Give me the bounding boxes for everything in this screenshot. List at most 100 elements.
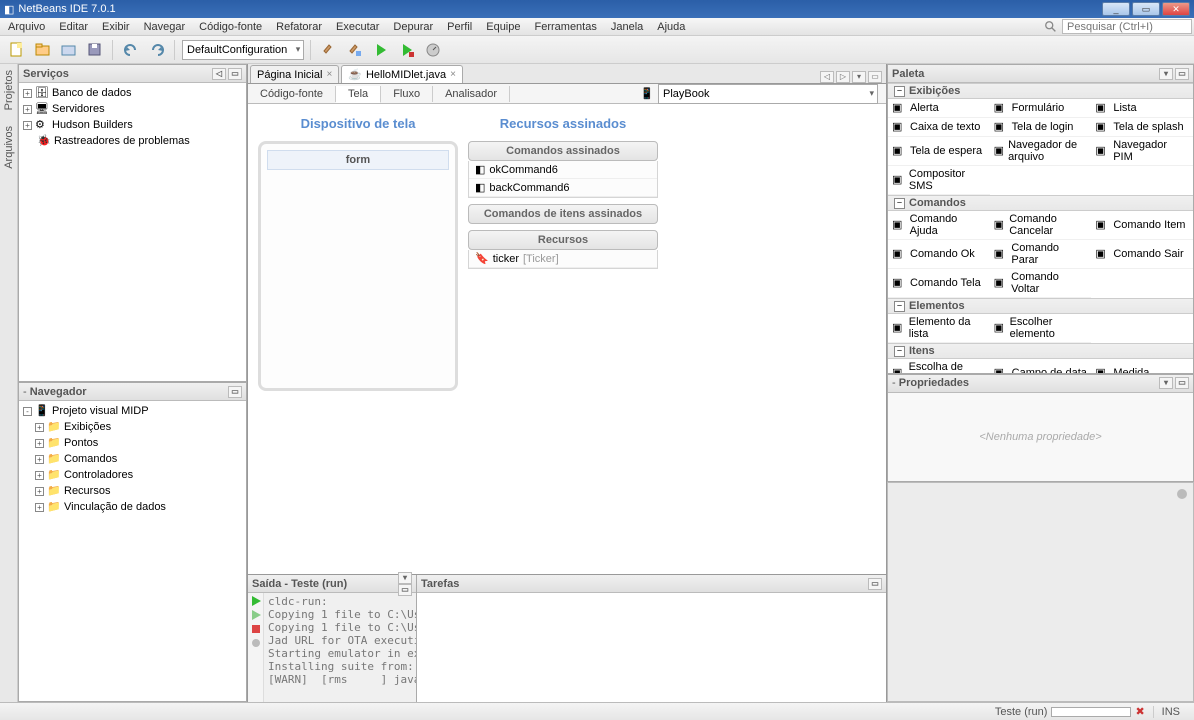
palette-item[interactable]: ▣Tela de splash [1091,118,1193,137]
palette-item[interactable]: ▣Comando Tela [888,269,990,298]
props-menu-icon[interactable]: ▾ [1159,377,1173,389]
open-button[interactable] [58,39,80,61]
menu-editar[interactable]: Editar [53,20,94,34]
expand-icon[interactable]: + [35,471,44,480]
menu-refatorar[interactable]: Refatorar [270,20,328,34]
close-icon[interactable]: × [450,69,456,80]
subtab-fluxo[interactable]: Fluxo [381,86,433,102]
rerun-icon[interactable] [250,609,262,621]
tab-hellomidlet[interactable]: ☕HelloMIDlet.java× [341,65,463,83]
palette-item[interactable]: ▣Alerta [888,99,990,118]
run-icon[interactable] [250,595,262,607]
run-button[interactable] [370,39,392,61]
command-item[interactable]: ◧okCommand6 [469,161,657,179]
rail-tab-projetos[interactable]: Projetos [2,66,16,114]
collapse-icon[interactable]: - [23,407,32,416]
palette-item[interactable]: ▣Tela de login [990,118,1092,137]
palette-category[interactable]: Comandos [888,195,1193,211]
menu-codigo-fonte[interactable]: Código-fonte [193,20,268,34]
palette-pin-icon[interactable]: ▭ [1175,68,1189,80]
menu-ajuda[interactable]: Ajuda [651,20,691,34]
palette-item[interactable]: ▣Navegador de arquivo [990,137,1092,166]
resource-item[interactable]: 🔖ticker [Ticker] [469,250,657,268]
palette-item[interactable]: ▣Compositor SMS [888,166,990,195]
services-min-icon[interactable]: ◁ [212,68,226,80]
menu-exibir[interactable]: Exibir [96,20,136,34]
stop-task-icon[interactable]: ✖ [1135,705,1144,718]
save-all-button[interactable] [84,39,106,61]
navigator-pin-icon[interactable]: ▭ [228,386,242,398]
expand-icon[interactable]: + [23,89,32,98]
maximize-button[interactable]: ▭ [1132,2,1160,16]
stop-icon[interactable] [250,623,262,635]
tasks-pin-icon[interactable]: ▭ [868,578,882,590]
palette-item[interactable]: ▣Escolher elemento [990,314,1092,343]
rail-tab-arquivos[interactable]: Arquivos [2,122,16,173]
palette-menu-icon[interactable]: ▾ [1159,68,1173,80]
palette-item[interactable]: ▣Comando Ajuda [888,211,990,240]
palette-item[interactable]: ▣Comando Item [1091,211,1193,240]
palette-item[interactable]: ▣Comando Voltar [990,269,1092,298]
close-icon[interactable]: × [326,69,332,80]
debug-button[interactable] [396,39,418,61]
command-item[interactable]: ◧backCommand6 [469,179,657,197]
new-project-button[interactable] [32,39,54,61]
palette-item[interactable]: ▣Tela de espera [888,137,990,166]
menu-equipe[interactable]: Equipe [480,20,526,34]
expand-icon[interactable]: + [35,439,44,448]
output-menu-icon[interactable]: ▾ [398,572,412,584]
menu-ferramentas[interactable]: Ferramentas [529,20,603,34]
editor-left-icon[interactable]: ◁ [820,71,834,83]
palette-item[interactable]: ▣Caixa de texto [888,118,990,137]
palette-item[interactable]: ▣Formulário [990,99,1092,118]
menu-janela[interactable]: Janela [605,20,649,34]
search-input[interactable] [1062,19,1192,34]
output-text[interactable]: cldc-run: Copying 1 file to C:\Users\raf… [264,593,416,702]
services-tree[interactable]: +🗄Banco de dados +🖥Servidores +⚙Hudson B… [19,83,246,381]
palette-item[interactable]: ▣Elemento da lista [888,314,990,343]
editor-menu-icon[interactable]: ▾ [852,71,866,83]
palette-category[interactable]: Exibições [888,83,1193,99]
menu-executar[interactable]: Executar [330,20,385,34]
palette-item[interactable]: ▣Comando Sair [1091,240,1193,269]
undo-button[interactable] [120,39,142,61]
palette-item[interactable]: ▣Medida [1091,359,1193,373]
tab-pagina-inicial[interactable]: Página Inicial× [250,65,339,83]
palette-item[interactable]: ▣Navegador PIM [1091,137,1193,166]
redo-button[interactable] [146,39,168,61]
expand-icon[interactable]: + [23,121,32,130]
palette-category[interactable]: Itens [888,343,1193,359]
palette-item[interactable]: ▣Escolha de grupo [888,359,990,373]
expand-icon[interactable]: + [35,487,44,496]
palette-item[interactable]: ▣Comando Ok [888,240,990,269]
palette-item[interactable]: ▣Lista [1091,99,1193,118]
device-select[interactable]: PlayBook [658,84,878,104]
subtab-tela[interactable]: Tela [336,86,381,103]
palette-item[interactable]: ▣Campo de data [990,359,1092,373]
subtab-codigo-fonte[interactable]: Código-fonte [248,86,336,102]
phone-frame[interactable]: form [258,141,458,391]
palette-item[interactable]: ▣Comando Parar [990,240,1092,269]
subtab-analisador[interactable]: Analisador [433,86,510,102]
expand-icon[interactable]: + [23,105,32,114]
minimize-button[interactable]: _ [1102,2,1130,16]
palette-item[interactable]: ▣Comando Cancelar [990,211,1092,240]
clean-build-button[interactable] [344,39,366,61]
props-pin-icon[interactable]: ▭ [1175,377,1189,389]
navigator-tree[interactable]: -📱Projeto visual MIDP +📁Exibições +📁Pont… [19,401,246,701]
menu-arquivo[interactable]: Arquivo [2,20,51,34]
config-select[interactable]: DefaultConfiguration [182,40,304,60]
palette-body[interactable]: Exibições▣Alerta▣Formulário▣Lista ▣Caixa … [888,83,1193,373]
profile-button[interactable] [422,39,444,61]
menu-depurar[interactable]: Depurar [387,20,439,34]
close-button[interactable]: ✕ [1162,2,1190,16]
palette-category[interactable]: Elementos [888,298,1193,314]
menu-navegar[interactable]: Navegar [138,20,192,34]
build-button[interactable] [318,39,340,61]
editor-max-icon[interactable]: ▭ [868,71,882,83]
expand-icon[interactable]: + [35,423,44,432]
menu-perfil[interactable]: Perfil [441,20,478,34]
settings-icon[interactable] [250,637,262,649]
services-pin-icon[interactable]: ▭ [228,68,242,80]
expand-icon[interactable]: + [35,503,44,512]
